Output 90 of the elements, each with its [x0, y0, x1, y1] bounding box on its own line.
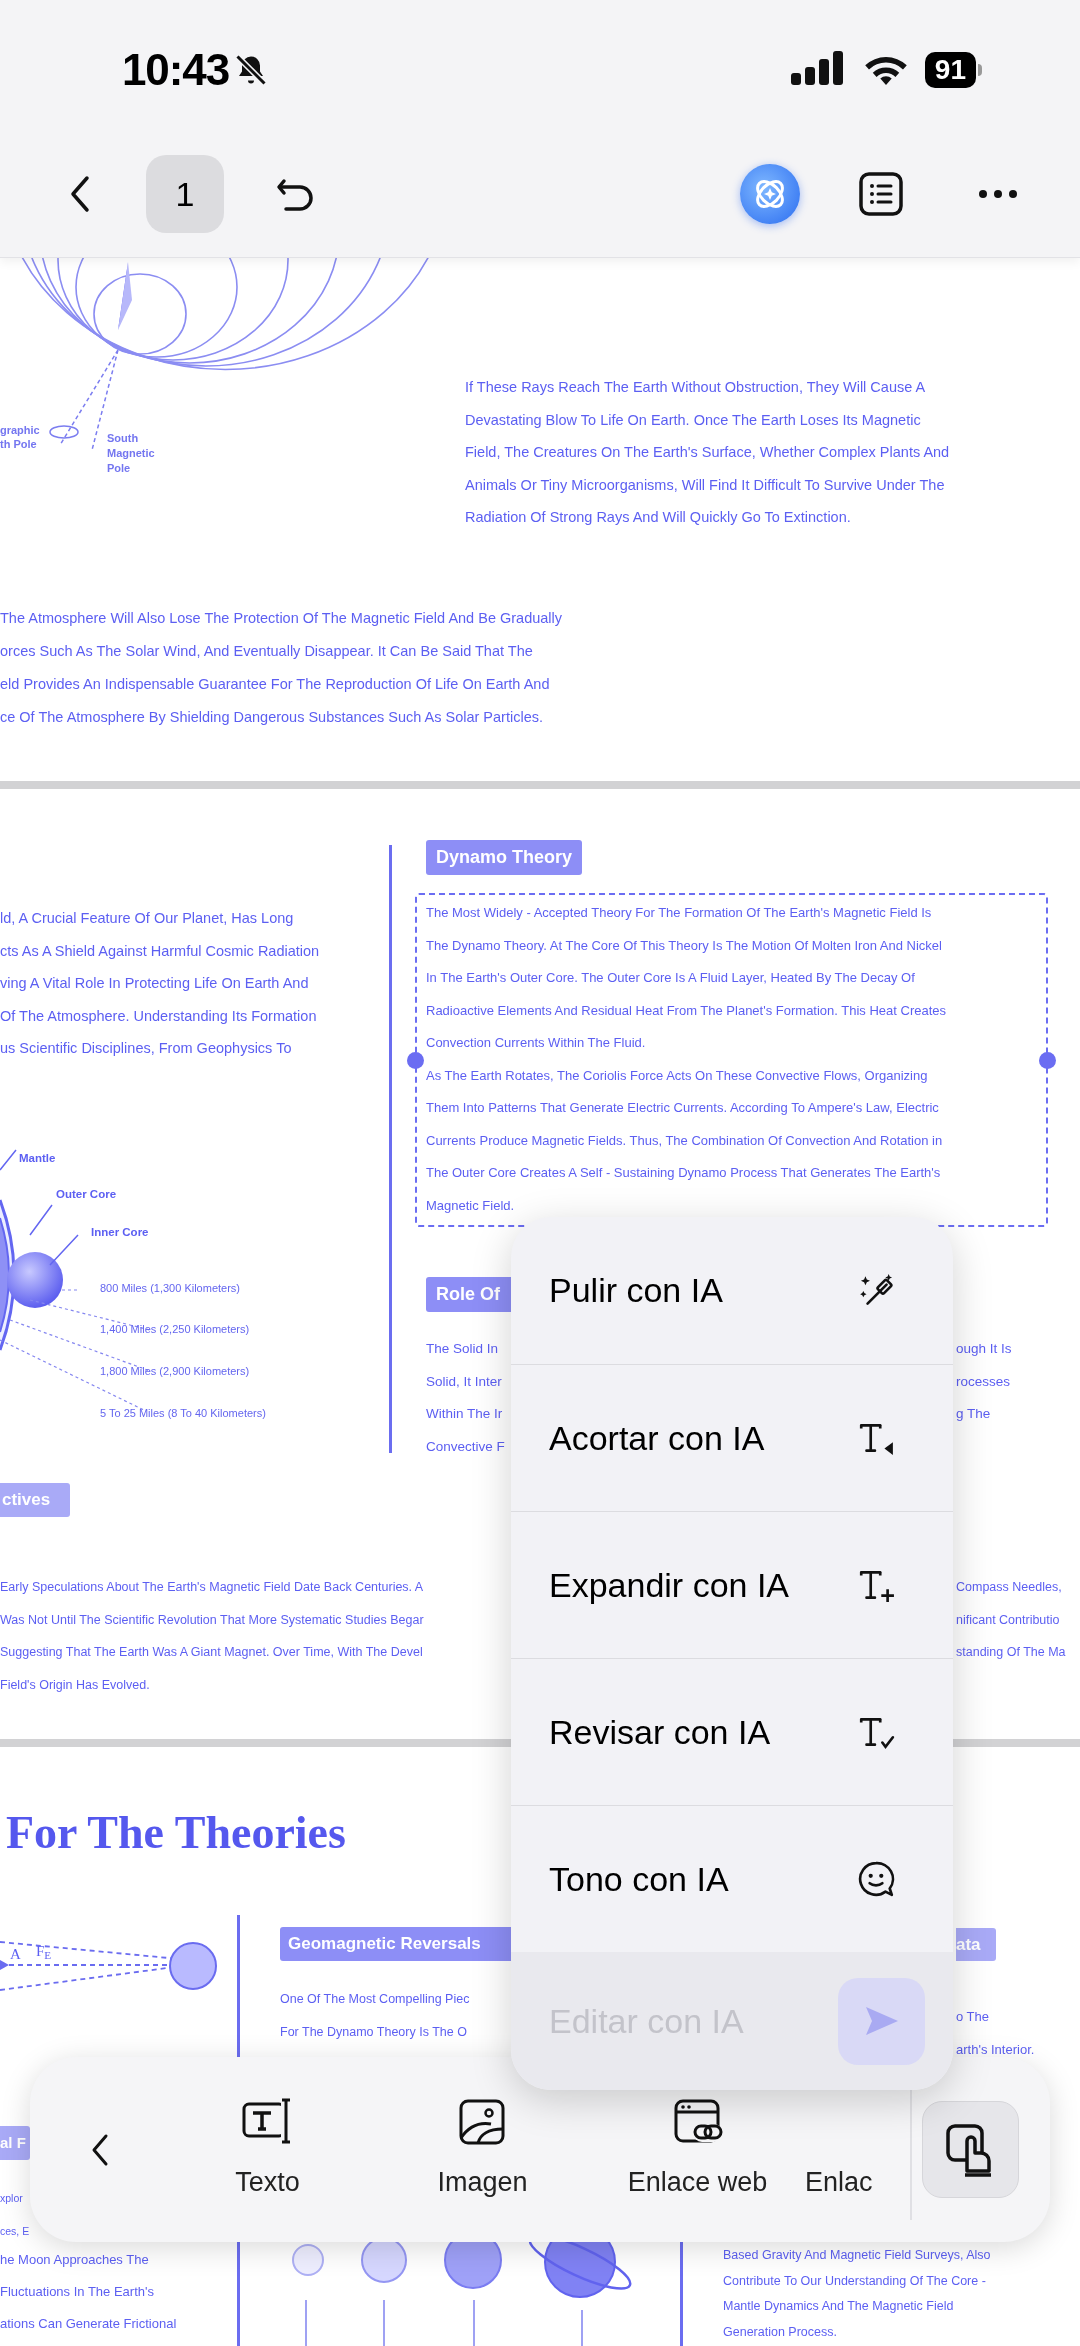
paragraph-line: cts As A Shield Against Harmful Cosmic Radiation [0, 941, 320, 961]
paragraph-line: eld Provides An Indispensable Guarantee For The Reproduction Of Life On Earth And [0, 675, 551, 694]
toolbar-item[interactable]: Enlace web [590, 2096, 805, 2203]
paragraph-line: ations Can Generate Frictional [0, 2315, 177, 2333]
diagram-label: 5 To 25 Miles (8 To 40 Kilometers) [100, 1406, 266, 1421]
paragraph-line: Currents Produce Magnetic Fields. Thus, The Combination Of Convection And Rotation in [426, 1131, 944, 1150]
paragraph-line: ough It Is [956, 1340, 1012, 1358]
paragraph-line: Was Not Until The Scientific Revolution That More Systematic Studies Begar [0, 1611, 424, 1629]
paragraph-line: Field, The Creatures On The Earth's Surface, Whether Complex Plants And [465, 443, 950, 462]
diagram-label: 1,400 Miles (2,250 Kilometers) [100, 1322, 250, 1337]
paragraph-line: Compass Needles, [956, 1579, 1063, 1596]
paragraph-line: nificant Contributio [956, 1611, 1061, 1629]
send-icon [863, 2005, 900, 2037]
touch-mode-button[interactable] [922, 2101, 1019, 2198]
diagram-label: Outer Core [56, 1187, 117, 1202]
paragraph-line: Field's Origin Has Evolved. [0, 1676, 151, 1694]
status-time: 10:43 [122, 44, 230, 96]
paragraph-line: The Dynamo Theory. At The Core Of This Theory Is The Motion Of Molten Iron And Nickel [426, 936, 943, 955]
paragraph-line: us Scientific Disciplines, From Geophysics To [0, 1039, 293, 1058]
paragraph-line: Convective F [426, 1437, 505, 1456]
paragraph-line: Solid, It Inter [426, 1372, 503, 1391]
resize-handle[interactable] [1039, 1052, 1056, 1069]
diagram-label: th Pole [0, 437, 37, 451]
paragraph-line: Generation Process. [723, 2323, 838, 2341]
paragraph-line: he Moon Approaches The [0, 2251, 150, 2269]
outline-button[interactable] [858, 171, 904, 217]
toolbar-item[interactable]: Imagen [375, 2096, 590, 2203]
paragraph-line: Convection Currents Within The Fluid. [426, 1034, 647, 1052]
paragraph-line: Mantle Dynamics And The Magnetic Field [723, 2298, 955, 2315]
paragraph-line: Based Gravity And Magnetic Field Surveys, Also [723, 2247, 991, 2264]
page-number-button[interactable]: 1 [146, 155, 224, 233]
toolbar-item[interactable]: Enlac [805, 2096, 900, 2203]
paragraph-line: orces Such As The Solar Wind, And Eventually Disappear. It Can Be Said That The [0, 642, 534, 661]
paragraph-line: Of The Atmosphere. Understanding Its Formation [0, 1006, 318, 1026]
resize-handle[interactable] [407, 1052, 424, 1069]
paragraph-line: Fluctuations In The Earth's [0, 2283, 155, 2301]
menu-item[interactable]: Acortar con IA [511, 1364, 953, 1511]
paragraph-line: Magnetic Field. [426, 1196, 516, 1215]
paragraph-line: Them Into Patterns That Generate Electric Currents. According To Ampere's Law, Electric [426, 1099, 940, 1117]
menu-item[interactable]: Revisar con IA [511, 1658, 953, 1805]
paragraph-line: The Outer Core Creates A Self - Sustaining Dynamo Process That Generates The Earth's [426, 1164, 942, 1182]
section-tag: Dynamo Theory [426, 840, 583, 875]
ai-assistant-button[interactable] [740, 164, 800, 224]
paragraph-line: arth's Interior. [956, 2041, 1035, 2059]
diagram-label: 800 Miles (1,300 Kilometers) [100, 1281, 240, 1296]
paragraph-line: Within The Ir [426, 1405, 504, 1423]
paragraph-line: As The Earth Rotates, The Coriolis Force Acts On These Convective Flows, Organizing [426, 1066, 929, 1085]
paragraph-line: Contribute To Our Understanding Of The Core - [723, 2272, 987, 2290]
paragraph-line: rocesses [956, 1372, 1012, 1391]
paragraph-line: ces, E [0, 2224, 30, 2239]
toolbar-item[interactable]: Texto [160, 2096, 375, 2203]
paragraph-line: xplor [0, 2191, 24, 2206]
paragraph-line: Devastating Blow To Life On Earth. Once The Earth Loses Its Magnetic [465, 410, 922, 430]
back-icon [69, 174, 91, 214]
paragraph-line: ce Of The Atmosphere By Shielding Dangerous Substances Such As Solar Particles. [0, 708, 544, 727]
paragraph-line: ld, A Crucial Feature Of Our Planet, Has Long [0, 909, 295, 928]
paragraph-line: standing Of The Ma [956, 1644, 1066, 1661]
diagram-label: A [10, 1945, 21, 1964]
paragraph-line: In The Earth's Outer Core. The Outer Core Is A Fluid Layer, Heated By The Decay Of [426, 969, 916, 987]
section-tag: ata [956, 1928, 996, 1961]
paragraph-line: Radioactive Elements And Residual Heat From The Planet's Formation. This Heat Creates [426, 1001, 947, 1020]
list-icon [859, 172, 903, 216]
section-tag: al F [0, 2126, 30, 2160]
section-tag: ctives [0, 1483, 70, 1517]
smile-chat-icon [857, 1860, 895, 1898]
page-title: For The Theories [6, 1806, 346, 1860]
paragraph-line: Animals Or Tiny Microorganisms, Will Find It Difficult To Survive Under The [465, 475, 946, 495]
paragraph-line: o The [956, 2008, 990, 2026]
diagram-label: Magnetic [107, 446, 155, 460]
paragraph-line: For The Dynamo Theory Is The O [280, 2024, 468, 2041]
paragraph-line: g The [956, 1405, 992, 1423]
more-icon [978, 189, 1018, 199]
diagram-label: Mantle [19, 1151, 56, 1166]
diagram-label: South [107, 431, 139, 445]
diagram-label: graphic [0, 423, 40, 437]
diagram-label: Inner Core [91, 1225, 149, 1240]
paragraph-line: Early Speculations About The Earth's Magnetic Field Date Back Centuries. A [0, 1579, 424, 1596]
undo-icon [276, 177, 316, 211]
diagram-label: Pole [107, 461, 131, 475]
paragraph-line: One Of The Most Compelling Piec [280, 1991, 470, 2008]
paragraph-line: Suggesting That The Earth Was A Giant Magnet. Over Time, With The Devel [0, 1644, 424, 1661]
paragraph-line: ving A Vital Role In Protecting Life On Earth And [0, 974, 310, 993]
paragraph-line: If These Rays Reach The Earth Without Obstruction, They Will Cause A [465, 378, 927, 397]
diagram-label: F$_{E}$ [36, 1942, 52, 1963]
menu-item[interactable]: Expandir con IA [511, 1511, 953, 1658]
diagram-label: 1,800 Miles (2,900 Kilometers) [100, 1364, 250, 1379]
paragraph-line: The Atmosphere Will Also Lose The Protection Of The Magnetic Field And Be Gradually [0, 609, 563, 628]
paragraph-line: The Most Widely - Accepted Theory For The Formation Of The Earth's Magnetic Field Is [426, 904, 933, 922]
paragraph-line: Radiation Of Strong Rays And Will Quickly Go To Extinction. [465, 508, 852, 527]
paragraph-line: The Solid In [426, 1340, 500, 1358]
